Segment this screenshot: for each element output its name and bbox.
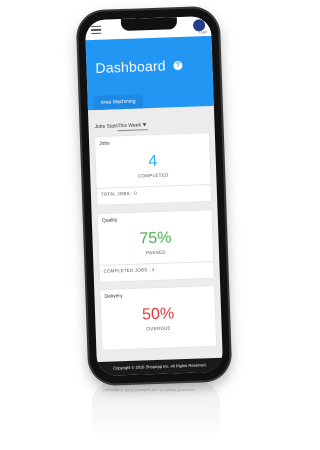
- footer-copyright: Copyright © 2018 ShopApp Inc. All Rights…: [96, 357, 224, 377]
- jobs-footer: TOTAL JOBS : 0: [100, 190, 137, 197]
- page-title: Dashboard: [95, 57, 167, 76]
- reflection-text: Copyright © 2018 ShopApp Inc. All Rights…: [102, 388, 196, 393]
- chevron-down-icon: [142, 123, 147, 127]
- period-select[interactable]: This Week: [117, 120, 148, 132]
- phone-screen: Login Dashboard ? Area Machining Jobs St…: [84, 15, 224, 377]
- phone-frame: Login Dashboard ? Area Machining Jobs St…: [77, 7, 231, 385]
- stats-label: Jobs Stats: [94, 123, 119, 131]
- tab-area-machining[interactable]: Area Machining: [93, 94, 143, 111]
- quality-card[interactable]: Quality 75% PASSED COMPLETED JOBS : 4: [97, 210, 214, 282]
- delivery-card[interactable]: Delivery 50% OVERDUE: [100, 285, 217, 350]
- card-divider: [96, 184, 211, 189]
- card-title: Jobs: [99, 140, 110, 147]
- delivery-value: 50%: [141, 305, 175, 324]
- phone-reflection: Copyright © 2018 ShopApp Inc. All Rights…: [92, 382, 220, 440]
- quality-footer: COMPLETED JOBS : 4: [103, 267, 155, 274]
- card-title: Quality: [101, 217, 118, 224]
- page-header: Dashboard ? Area Machining: [85, 35, 214, 111]
- quality-value: 75%: [139, 229, 172, 248]
- period-select-value: This Week: [117, 122, 142, 130]
- phone-notch: [120, 17, 178, 32]
- menu-icon[interactable]: [91, 25, 102, 35]
- stats-filter-row: Jobs Stats This Week: [94, 118, 208, 134]
- card-title: Delivery: [104, 293, 123, 300]
- jobs-card[interactable]: Jobs 4 COMPLETED TOTAL JOBS : 0: [94, 133, 212, 205]
- jobs-value: 4: [148, 152, 158, 171]
- help-icon[interactable]: ?: [173, 60, 183, 71]
- card-divider: [99, 260, 214, 266]
- avatar-label: Login: [198, 30, 208, 35]
